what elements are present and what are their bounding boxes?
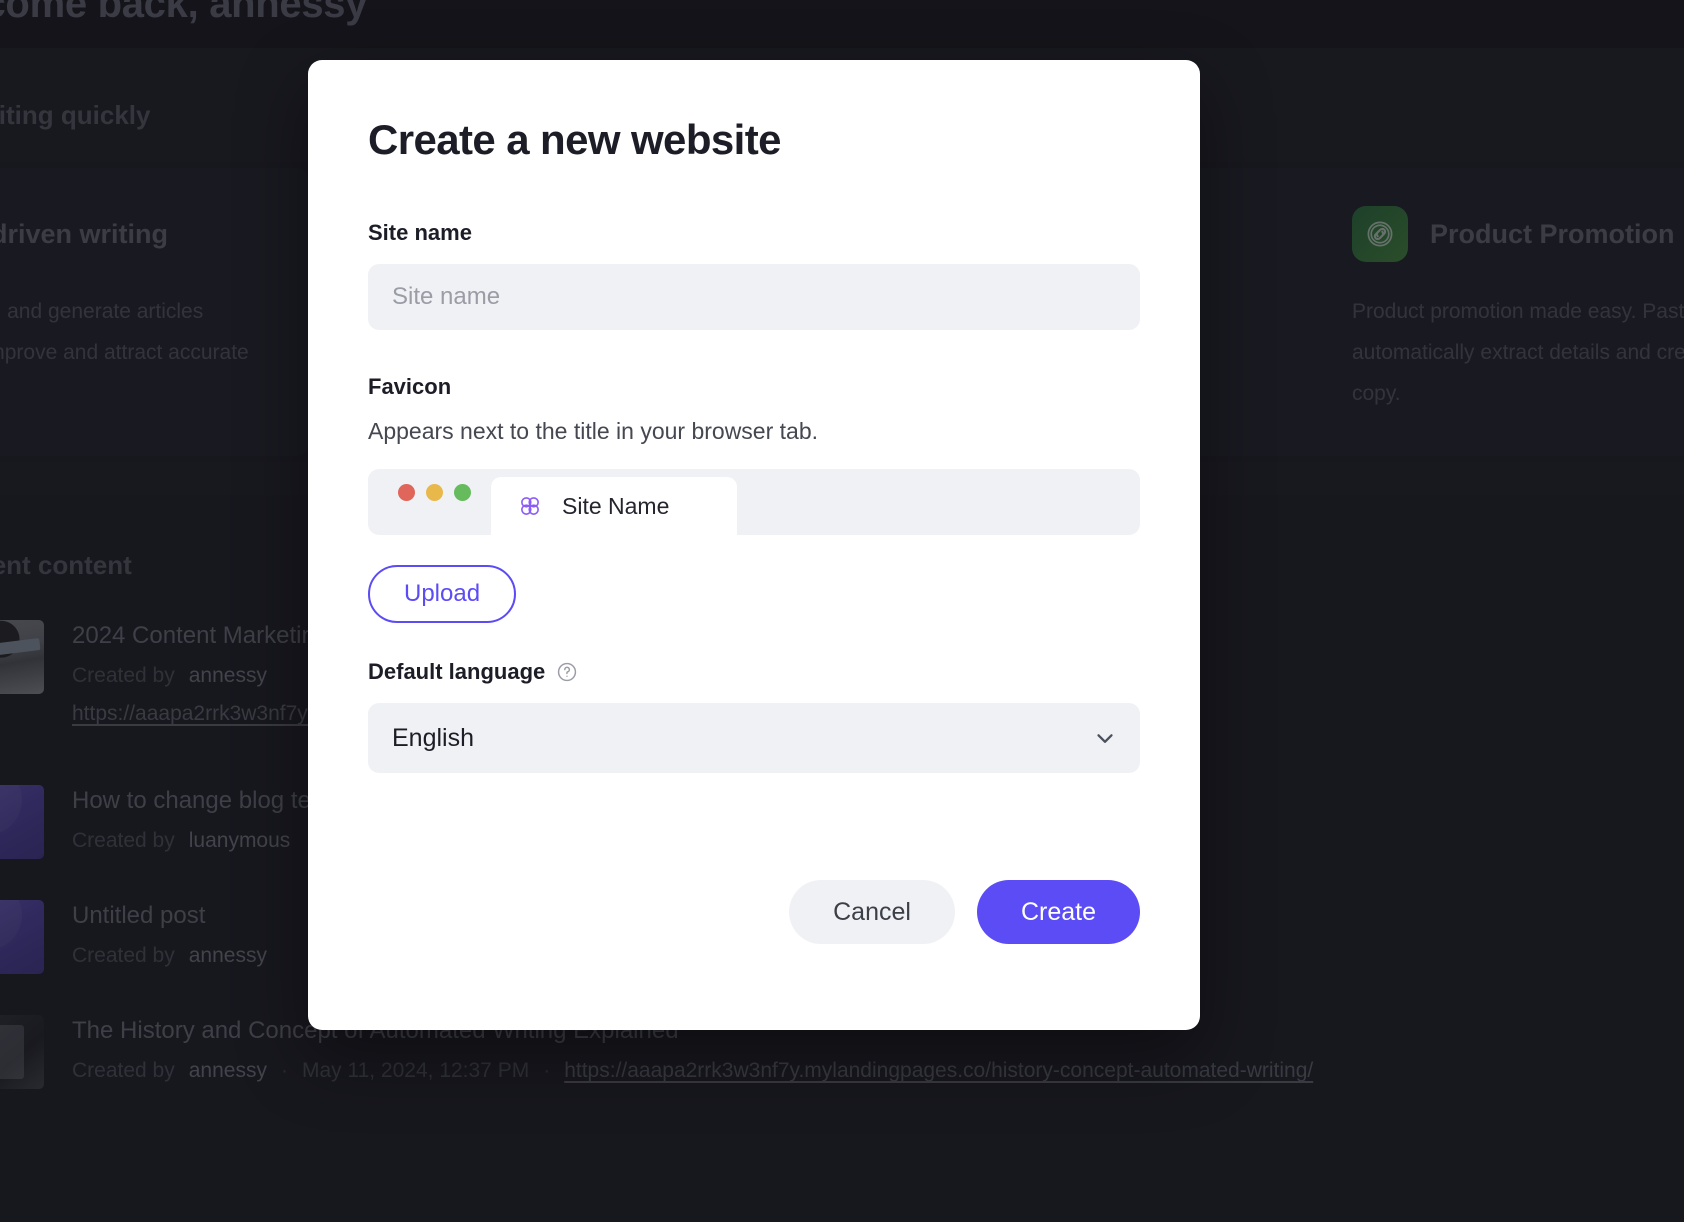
maximize-dot-icon — [454, 483, 471, 501]
site-name-label-text: Site name — [368, 220, 472, 245]
site-name-label: Site name — [368, 220, 1140, 246]
close-dot-icon — [398, 483, 415, 501]
create-button[interactable]: Create — [976, 880, 1140, 944]
favicon-label-text: Favicon — [368, 374, 452, 399]
traffic-lights — [368, 469, 491, 535]
browser-tab: Site Name — [491, 477, 737, 535]
default-language-label: Default language — [368, 659, 1140, 685]
default-language-select[interactable]: English — [368, 703, 1140, 773]
browser-tab-title: Site Name — [562, 492, 670, 519]
upload-favicon-button[interactable]: Upload — [368, 565, 517, 623]
default-language-selected-value: English — [392, 723, 474, 752]
default-language-label-text: Default language — [368, 659, 546, 684]
help-circle-icon[interactable] — [556, 661, 578, 683]
favicon-label: Favicon — [368, 374, 1140, 400]
cancel-button[interactable]: Cancel — [789, 880, 955, 944]
chevron-down-icon[interactable] — [1092, 725, 1118, 751]
favicon-preview: Site Name — [368, 469, 1140, 535]
dialog-footer: Cancel Create — [368, 880, 1140, 944]
minimize-dot-icon — [426, 483, 443, 501]
site-name-input[interactable] — [368, 264, 1140, 330]
favicon-hint: Appears next to the title in your browse… — [368, 418, 819, 444]
dialog-title: Create a new website — [368, 116, 781, 163]
default-language-select-wrap: English — [368, 703, 1140, 773]
clover-favicon-icon — [517, 493, 543, 519]
create-website-dialog: Create a new website Site name Favicon A… — [308, 60, 1200, 1030]
